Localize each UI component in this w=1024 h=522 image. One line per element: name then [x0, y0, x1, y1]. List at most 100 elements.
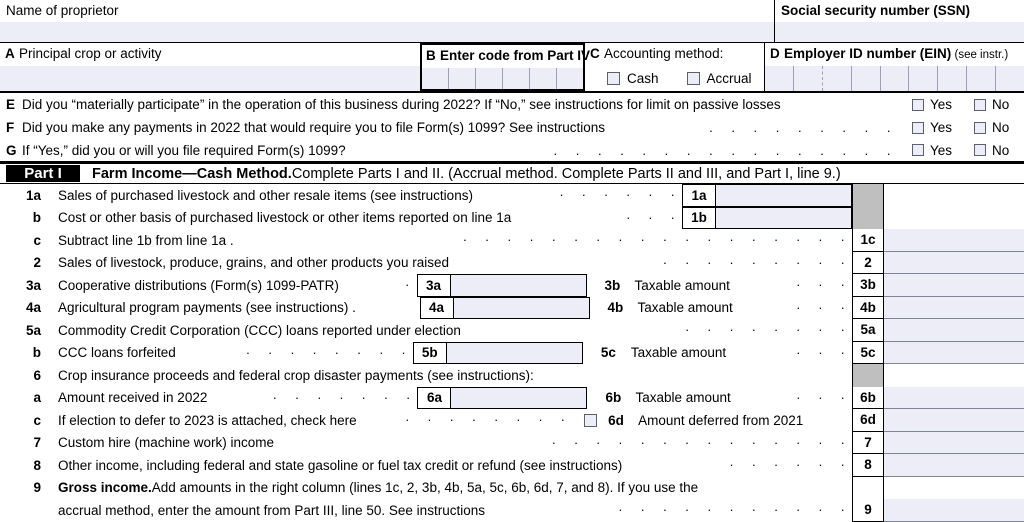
ein-cell[interactable]: [909, 66, 939, 91]
line-1c-right-number: 1c: [852, 229, 884, 252]
checkbox-yes[interactable]: [912, 144, 924, 156]
line-4b-right-number: 4b: [852, 296, 884, 319]
line-7-right-number: 7: [852, 431, 884, 454]
blocked-cell: [852, 364, 884, 387]
line-9-number-blank: [0, 499, 50, 522]
line-9-text-rest: Add amounts in the right column (lines 1…: [151, 480, 699, 496]
line-9-row2: accrual method, enter the amount from Pa…: [0, 499, 1024, 522]
line-6a-amount-input[interactable]: [451, 386, 588, 409]
code-cell[interactable]: [557, 68, 583, 89]
line-4a: 4a Agricultural program payments (see in…: [0, 296, 1024, 320]
line-5c-text: Taxable amount: [630, 345, 727, 361]
ein-cell[interactable]: [996, 66, 1024, 91]
ein-cell[interactable]: [794, 66, 823, 91]
leader-dots: . . . . . . .: [273, 386, 418, 402]
line-7-amount-input[interactable]: [884, 431, 1024, 454]
line-4a-amount-input[interactable]: [453, 296, 590, 319]
ein-cell[interactable]: [881, 66, 910, 91]
line-1c-text: Subtract line 1b from line 1a .: [58, 232, 234, 248]
line-1a: 1a Sales of purchased livestock and othe…: [0, 184, 1024, 207]
field-a-input[interactable]: [0, 66, 420, 91]
ein-cell[interactable]: [765, 66, 794, 91]
line-5b-entry: 5b: [412, 341, 583, 364]
ein-cell[interactable]: [852, 66, 881, 91]
line-4b-amount-input[interactable]: [884, 296, 1024, 319]
code-cell[interactable]: [449, 68, 476, 89]
line-3b-amount-input[interactable]: [884, 274, 1024, 297]
line-5c-amount-input[interactable]: [884, 341, 1024, 364]
line-1b-amount-input[interactable]: [716, 206, 852, 229]
line-6d-right-number: 6d: [852, 409, 884, 432]
line-1a-amount-input[interactable]: [716, 184, 852, 207]
code-cell[interactable]: [476, 68, 503, 89]
ein-cell[interactable]: [938, 66, 968, 91]
part-i-chip: Part I: [6, 165, 80, 182]
checkbox-cash[interactable]: [607, 72, 620, 85]
checkbox-yes[interactable]: [912, 121, 924, 134]
line-6a: a Amount received in 2022 . . . . . . . …: [0, 386, 1024, 409]
line-1c-number: c: [33, 232, 41, 248]
line-7-number: 7: [33, 435, 41, 451]
answer-yes-e[interactable]: Yes: [912, 97, 952, 112]
field-d-label: D Employer ID number (EIN) (see instr.): [770, 46, 1009, 61]
leader-dots: . . .: [626, 206, 682, 222]
line-9-number-cell-top: [852, 476, 884, 499]
ein-cell[interactable]: [967, 66, 997, 91]
ein-cell[interactable]: [823, 66, 852, 91]
line-6d-amount-input[interactable]: [884, 409, 1024, 432]
line-6b-amount-input[interactable]: [884, 386, 1024, 409]
line-9-amount-input[interactable]: [884, 499, 1024, 522]
label-no: No: [992, 97, 1010, 112]
line-8-amount-input[interactable]: [884, 454, 1024, 477]
question-row-e: E Did you “materially participate” in th…: [0, 93, 1024, 116]
field-d-ein-input[interactable]: [765, 66, 1024, 91]
code-cell[interactable]: [503, 68, 530, 89]
answer-no-g[interactable]: No: [974, 143, 1009, 158]
leader-dots: . . .: [796, 274, 852, 289]
leader-dots: . . . . . . . . . . . . . . . . . .: [463, 229, 852, 244]
checkbox-no[interactable]: [974, 121, 987, 134]
field-b-code-box: B Enter code from Part IV: [420, 43, 591, 91]
checkbox-no[interactable]: [974, 144, 987, 156]
line-8-right-number: 8: [852, 454, 884, 477]
ssn-input[interactable]: [775, 22, 1024, 42]
line-6-text: Crop insurance proceeds and federal crop…: [58, 367, 534, 383]
line-6c-checkbox-wrap: [572, 409, 608, 432]
line-6-number: 6: [33, 367, 41, 383]
question-g-key: G: [6, 142, 17, 158]
question-g-text: If “Yes,” did you or will you file requi…: [22, 142, 346, 158]
line-5a-amount-input[interactable]: [884, 319, 1024, 342]
name-of-proprietor-input[interactable]: [0, 22, 774, 42]
checkbox-defer-election[interactable]: [583, 413, 597, 427]
code-cell[interactable]: [422, 68, 449, 89]
answer-yes-f[interactable]: Yes: [912, 120, 952, 135]
field-d-ein: D Employer ID number (EIN) (see instr.): [765, 43, 1024, 91]
answer-no-e[interactable]: No: [974, 97, 1009, 112]
line-3a-amount-input[interactable]: [450, 274, 587, 297]
line-3a-entry: 3a: [416, 274, 587, 297]
leader-dots: . . .: [796, 296, 852, 312]
line-5b-amount-input[interactable]: [446, 341, 583, 364]
checkbox-yes[interactable]: [912, 98, 924, 111]
field-b-code-input[interactable]: [422, 68, 583, 89]
line-8-number: 8: [33, 457, 41, 473]
line-1c-amount-input[interactable]: [884, 229, 1024, 252]
code-cell[interactable]: [530, 68, 557, 89]
question-g-answers: Yes No: [898, 143, 1024, 158]
leader-dots: . . . . . . . . . . . . . . . .: [553, 142, 898, 158]
line-2-amount-input[interactable]: [884, 251, 1024, 274]
line-5b-text: CCC loans forfeited: [58, 345, 176, 361]
line-4a-text: Agricultural program payments (see instr…: [58, 300, 356, 316]
answer-yes-g[interactable]: Yes: [912, 143, 952, 158]
line-3b-key: 3b: [604, 277, 621, 293]
checkbox-cash-label: Cash: [627, 71, 659, 86]
line-5a: 5a Commodity Credit Corporation (CCC) lo…: [0, 319, 1024, 342]
field-b-label: B Enter code from Part IV: [426, 48, 591, 63]
answer-no-f[interactable]: No: [974, 120, 1009, 135]
line-1a-entry: 1a: [682, 184, 852, 207]
checkbox-accrual[interactable]: [686, 72, 700, 85]
checkbox-no[interactable]: [974, 98, 987, 111]
line-8-text: Other income, including federal and stat…: [58, 457, 623, 473]
